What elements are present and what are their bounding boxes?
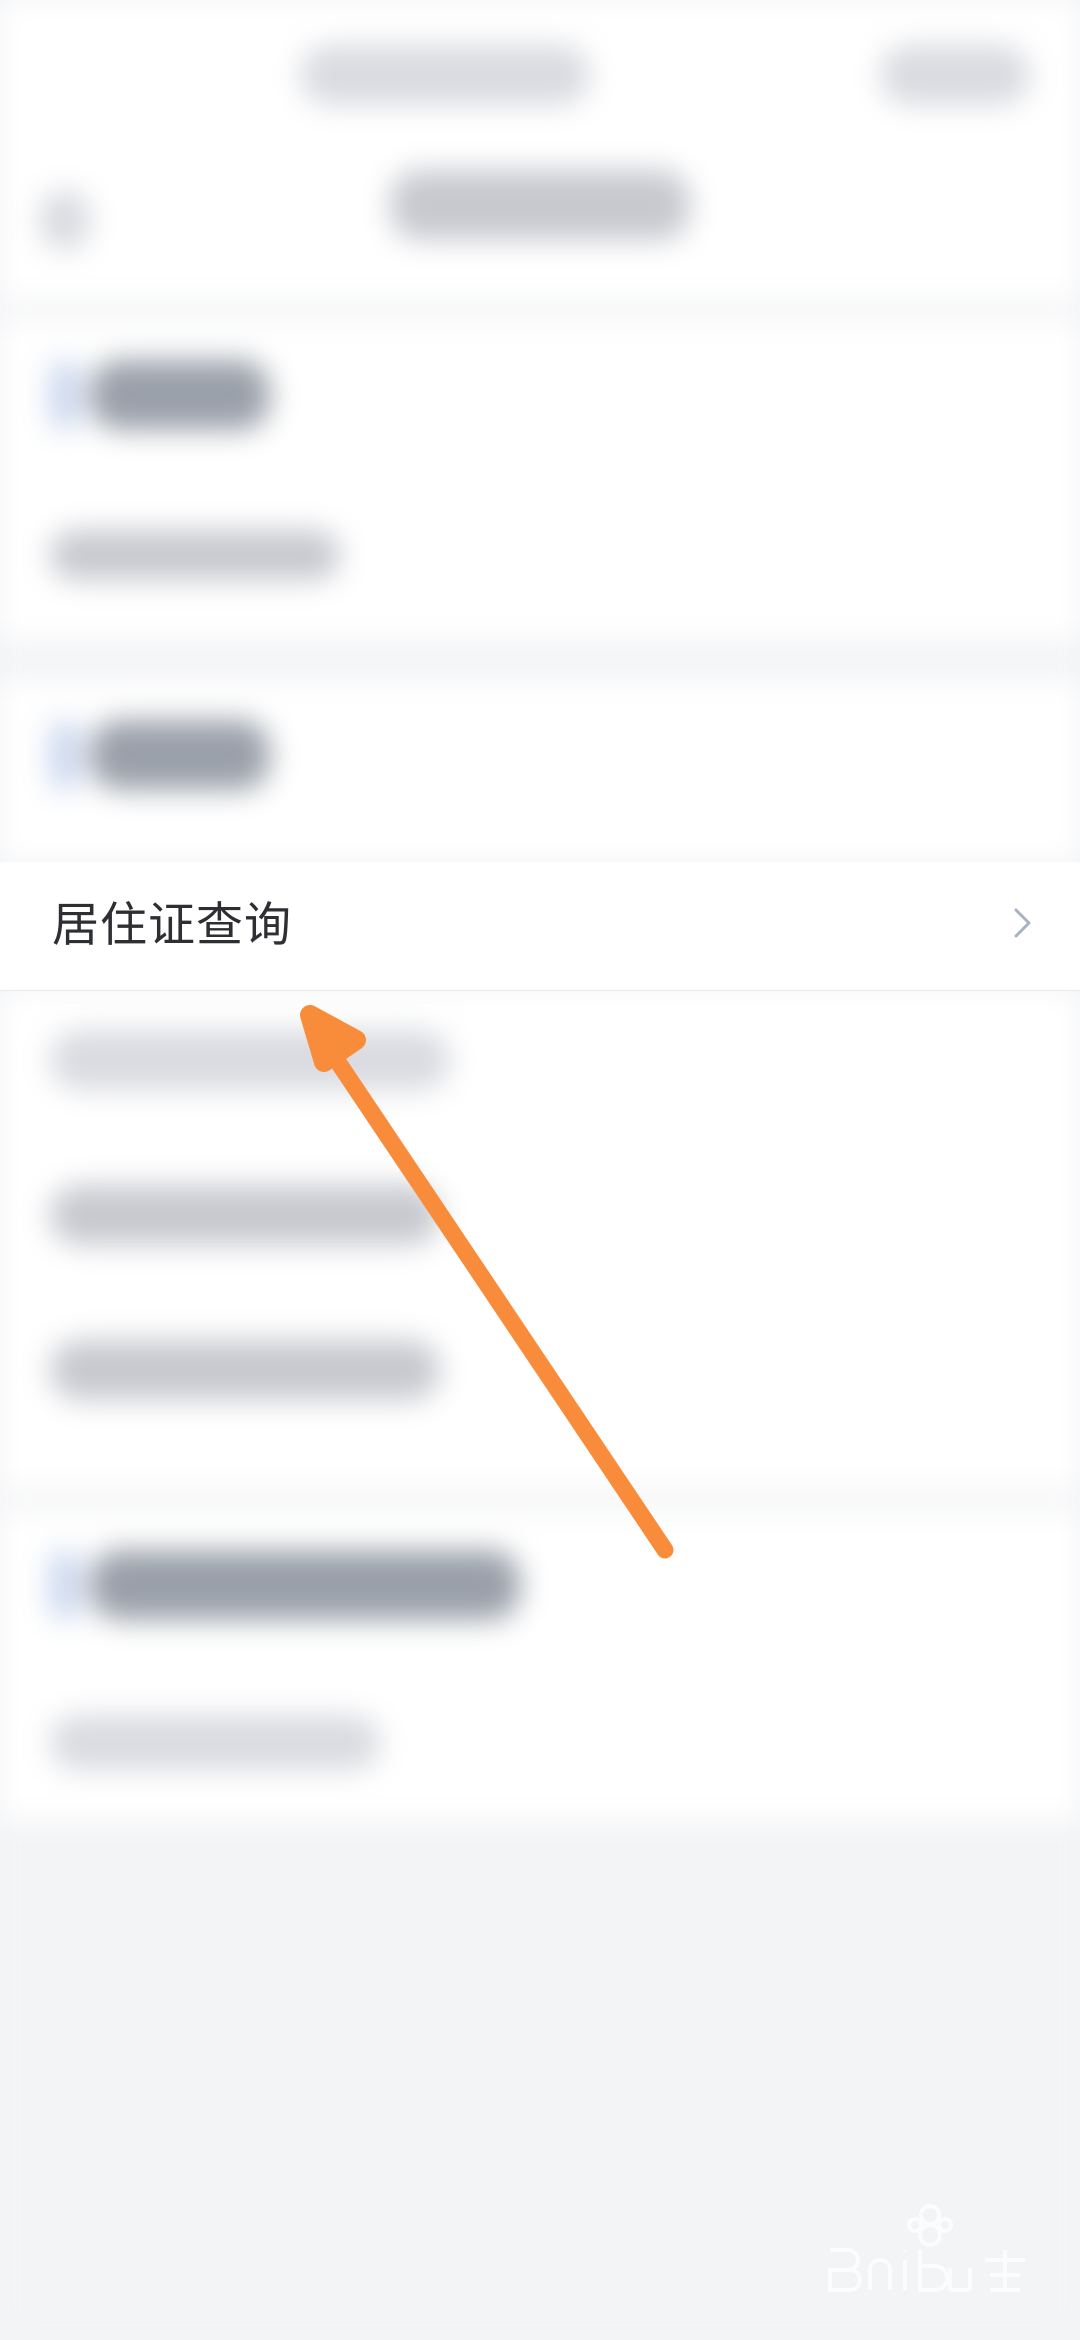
baidu-jingyan-watermark — [828, 2204, 1025, 2292]
app-screen: 居住证查询 — [0, 0, 1080, 2340]
status-bar — [0, 0, 1080, 150]
blurred-background — [0, 0, 1080, 2340]
section-card — [0, 990, 1080, 1490]
list-item-label: 居住证查询 — [52, 898, 292, 953]
chevron-right-icon — [1014, 908, 1031, 938]
list-item-residence-permit-query[interactable]: 居住证查询 — [0, 862, 1080, 991]
navigation-bar — [0, 150, 1080, 300]
section-card — [0, 1510, 1080, 1820]
section-card — [0, 320, 1080, 640]
section-card — [0, 680, 1080, 862]
